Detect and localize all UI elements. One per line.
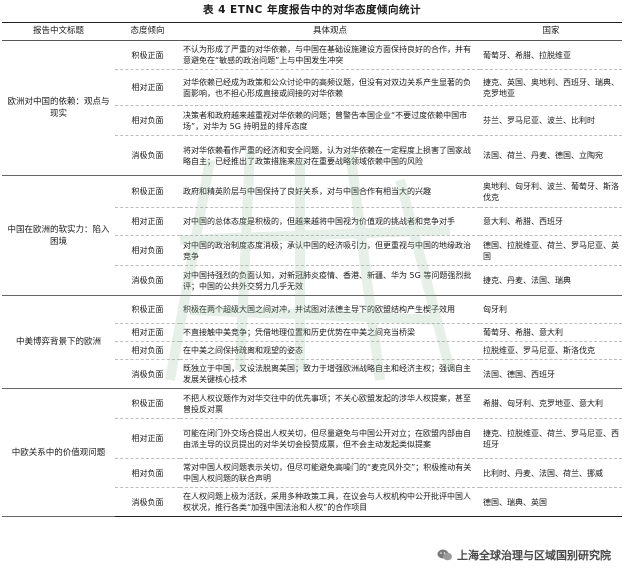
attitude-cell: 消极负面 <box>115 487 180 517</box>
countries-cell: 意大利、希腊、西班牙 <box>480 207 622 236</box>
view-cell: 积极在两个超级大国之间对冲，并试图对法德主导下的欧盟结构产生楔子效用 <box>180 295 480 324</box>
countries-cell: 德国、瑞典、英国 <box>480 487 622 517</box>
countries-cell: 葡萄牙、希腊、意大利 <box>480 323 622 342</box>
view-cell: 不把人权议题作为对华交往中的优先事项；不关心欧盟发起的涉华人权提案，甚至曾投反对… <box>180 388 480 419</box>
view-cell: 在人权问题上极为活跃，采用多种政策工具，在议会与人权机构中公开批评中国人权状况，… <box>180 487 480 517</box>
countries-cell: 拉脱维亚、罗马尼亚、斯洛伐克 <box>480 341 622 360</box>
header-report-title: 报告中文标题 <box>2 22 115 41</box>
countries-cell: 比利时、丹麦、法国、荷兰、挪威 <box>480 458 622 488</box>
view-cell: 在中美之间保持疏离和观望的姿态 <box>180 341 480 360</box>
attitude-cell: 相对负面 <box>115 235 180 266</box>
view-cell: 不认为形成了严重的对华依赖，与中国在基础设施建设方面保持良好的合作，并有意避免在… <box>180 40 480 70</box>
countries-cell: 法国、德国、西班牙 <box>480 359 622 389</box>
header-countries: 国家 <box>480 22 622 41</box>
attitude-cell: 积极正面 <box>115 175 180 208</box>
countries-cell: 希腊、匈牙利、克罗地亚、意大利 <box>480 388 622 419</box>
view-cell: 常对中国人权问题表示关切，但尽可能避免高噪门的“麦克风外交”；积极推动有关中国人… <box>180 458 480 488</box>
view-cell: 对华依赖已经成为政策和公众讨论中的高频议题，但没有对双边关系产生显著的负面影响，… <box>180 69 480 106</box>
wechat-icon <box>437 549 452 561</box>
view-cell: 对中国持强烈的负面认知，对新冠肺炎疫情、香港、新疆、华为 5G 等问题强烈批评；… <box>180 265 480 296</box>
table-row: 中国在欧洲的软实力：陷入困境 积极正面 政府和精英阶层与中国保持了良好关系，对与… <box>2 175 622 296</box>
header-view: 具体观点 <box>180 22 480 41</box>
attitude-cell: 消极负面 <box>115 359 180 389</box>
countries-cell: 法国、荷兰、丹麦、德国、立陶宛 <box>480 135 622 176</box>
countries-cell: 捷克、英国、奥地利、西班牙、瑞典、克罗地亚 <box>480 69 622 106</box>
attitude-cell: 积极正面 <box>115 295 180 324</box>
attitude-cell: 相对负面 <box>115 341 180 360</box>
attitude-cell: 相对负面 <box>115 105 180 136</box>
countries-cell: 匈牙利 <box>480 295 622 324</box>
table-caption: 表 4 ETNC 年度报告中的对华态度倾向统计 <box>202 4 422 16</box>
view-cell: 决策者和政府越来越重视对华依赖的问题；曾警告本国企业“不要过度依赖中国市场”，对… <box>180 105 480 136</box>
wechat-source-mark: 上海全球治理与区域国别研究院 <box>434 546 614 564</box>
countries-cell: 德国、拉脱维亚、荷兰、罗马尼亚、英国 <box>480 235 622 266</box>
report-title-cell: 中欧关系中的价值观问题 <box>2 388 115 517</box>
table-row: 欧洲对中国的依赖：观点与现实 积极正面 不认为形成了严重的对华依赖，与中国在基础… <box>2 40 622 176</box>
view-cell: 既独立于中国，又设法脱离美国；致力于增强欧洲战略自主和经济主权；强调自主发展关键… <box>180 359 480 389</box>
countries-cell: 捷克、丹麦、法国、瑞典 <box>480 265 622 296</box>
view-cell: 将对华依赖看作严重的经济和安全问题，认为对华依赖在一定程度上损害了国家战略自主；… <box>180 135 480 176</box>
attitude-cell: 相对正面 <box>115 418 180 459</box>
attitude-cell: 积极正面 <box>115 40 180 70</box>
report-title-cell: 中美博弈背景下的欧洲 <box>2 295 115 389</box>
attitude-cell: 相对正面 <box>115 323 180 342</box>
report-title-cell: 欧洲对中国的依赖：观点与现实 <box>2 40 115 176</box>
table-row: 中欧关系中的价值观问题 积极正面 不把人权议题作为对华交往中的优先事项；不关心欧… <box>2 388 622 517</box>
countries-cell: 捷克、拉脱维亚、荷兰、罗马尼亚、西班牙 <box>480 418 622 459</box>
view-cell: 可能在闭门外交场合提出人权关切，但尽量避免与中国公开对立；在欧盟内部由自由派主导… <box>180 418 480 459</box>
wechat-account-name: 上海全球治理与区域国别研究院 <box>457 549 611 562</box>
attitude-cell: 消极负面 <box>115 265 180 296</box>
report-title-cell: 中国在欧洲的软实力：陷入困境 <box>2 175 115 296</box>
attitude-cell: 相对正面 <box>115 69 180 106</box>
header-attitude: 态度倾向 <box>115 22 180 41</box>
table-row: 中美博弈背景下的欧洲 积极正面 积极在两个超级大国之间对冲，并试图对法德主导下的… <box>2 295 622 389</box>
view-cell: 不直接触中美竞争；凭借地理位置和历史优势在中美之间充当桥梁 <box>180 323 480 342</box>
attitude-cell: 相对负面 <box>115 458 180 488</box>
table-header-row: 报告中文标题 态度倾向 具体观点 国家 <box>2 22 622 41</box>
attitude-cell: 相对正面 <box>115 207 180 236</box>
view-cell: 对中国的总体态度是积极的，但越来越将中国视为价值观的挑战者和竞争对手 <box>180 207 480 236</box>
attitude-table: 报告中文标题 态度倾向 具体观点 国家 欧洲对中国的依赖：观点与现实 积极正面 … <box>2 22 622 517</box>
attitude-cell: 消极负面 <box>115 135 180 176</box>
countries-cell: 葡萄牙、希腊、拉脱维亚 <box>480 40 622 70</box>
view-cell: 政府和精英阶层与中国保持了良好关系，对与中国合作有相当大的兴趣 <box>180 175 480 208</box>
attitude-cell: 积极正面 <box>115 388 180 419</box>
countries-cell: 奥地利、匈牙利、波兰、葡萄牙、斯洛伐克 <box>480 175 622 208</box>
view-cell: 对中国的政治制度态度消极；承认中国的经济吸引力，但更重视与中国的地缘政治竞争 <box>180 235 480 266</box>
countries-cell: 芬兰、罗马尼亚、波兰、比利时 <box>480 105 622 136</box>
